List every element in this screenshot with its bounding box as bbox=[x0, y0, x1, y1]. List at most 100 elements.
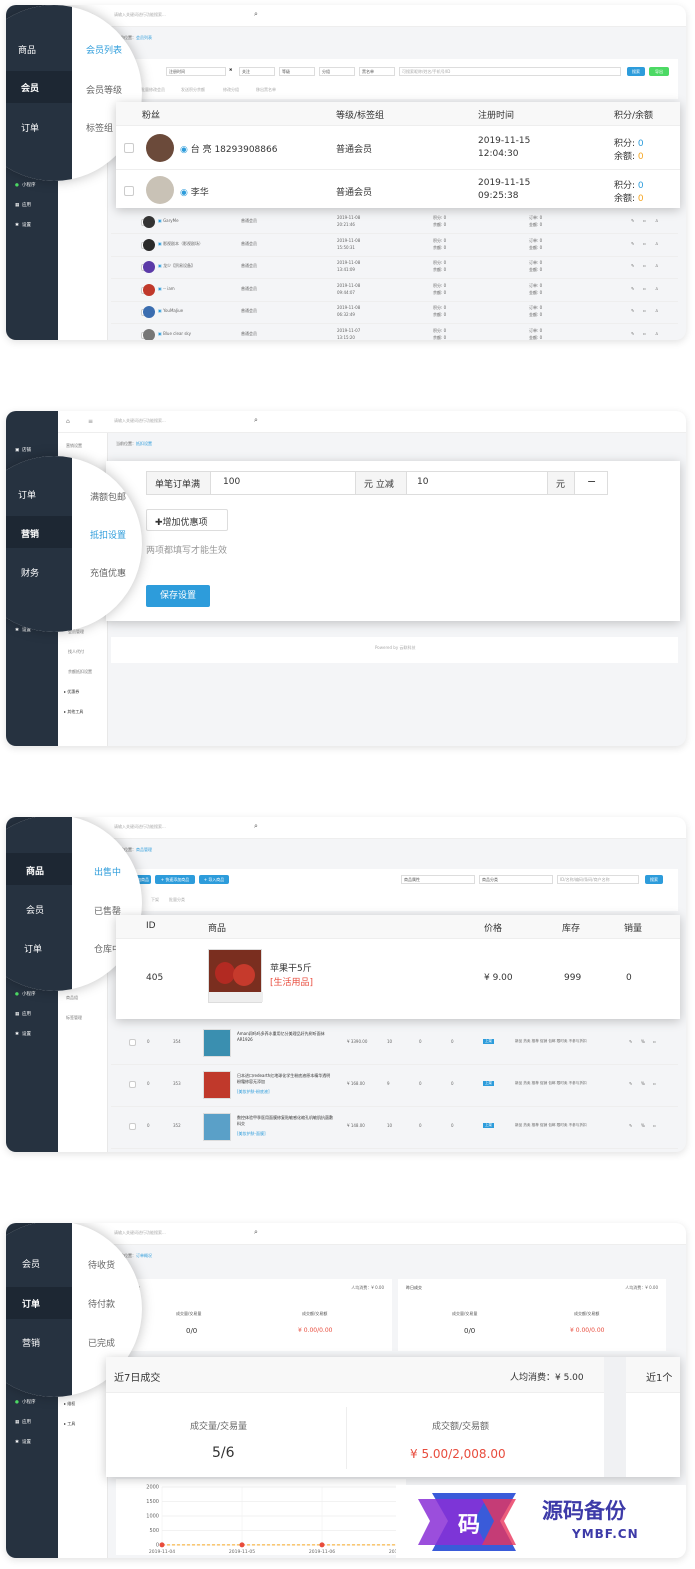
edit-icon[interactable]: ✎ bbox=[631, 308, 634, 313]
row-checkbox[interactable] bbox=[129, 1039, 136, 1046]
member-name[interactable]: ▣ -- iam bbox=[158, 286, 175, 291]
data-point[interactable] bbox=[159, 1542, 165, 1548]
search-input[interactable]: 请输入关键词进行功能搜索... bbox=[114, 418, 166, 424]
remove-blacklist-button[interactable]: 移出黑名单 bbox=[256, 87, 276, 93]
sidebar-item-settings[interactable]: ✱设置 bbox=[15, 222, 31, 228]
delete-icon[interactable]: ▫ bbox=[653, 1039, 656, 1044]
search-icon[interactable]: ⌕ bbox=[254, 416, 258, 425]
row-checkbox[interactable] bbox=[129, 1081, 136, 1088]
delete-icon[interactable]: ▫ bbox=[653, 1081, 656, 1086]
menu-order[interactable]: 订单 bbox=[21, 121, 39, 134]
member-name[interactable]: ▣ 龙少【贸易设备】 bbox=[158, 263, 195, 269]
link-icon[interactable]: % bbox=[641, 1123, 645, 1128]
search-icon[interactable]: ⌕ bbox=[254, 822, 258, 831]
off-shelf-button[interactable]: 下架 bbox=[151, 897, 159, 903]
edit-icon[interactable]: ✎ bbox=[631, 218, 634, 223]
submenu-member-list[interactable]: 会员列表 bbox=[86, 43, 122, 56]
sub-item-group[interactable]: 商品组 bbox=[66, 995, 78, 1001]
row-checkbox[interactable] bbox=[124, 186, 134, 196]
export-button[interactable]: 导出 bbox=[649, 67, 669, 76]
sidebar-item-miniapp[interactable]: ●小程序 bbox=[15, 182, 35, 188]
goods-name[interactable]: 数控体验甲季医用面膜修复贴敏感化缩孔机敏肌抗菌敷料交 bbox=[237, 1115, 333, 1127]
sub-item-balance-deduct[interactable]: 余额抵扣设置 bbox=[68, 669, 92, 675]
sidebar-item-settings[interactable]: ✱设置 bbox=[15, 1439, 31, 1445]
edit-icon[interactable]: ✎ bbox=[631, 241, 634, 246]
submenu-member-level[interactable]: 会员等级 bbox=[86, 83, 122, 96]
edit-icon[interactable]: ✎ bbox=[631, 331, 634, 336]
member-name[interactable]: ▣ 影视剧本（影视剧场） bbox=[158, 241, 203, 247]
breadcrumb-current[interactable]: 订单概况 bbox=[136, 1253, 152, 1258]
follow-select[interactable]: 关注 bbox=[239, 67, 275, 76]
submenu-awaiting-payment[interactable]: 待付款 bbox=[88, 1297, 115, 1310]
menu-member[interactable]: 会员 bbox=[26, 903, 44, 916]
edit-icon[interactable]: ✎ bbox=[629, 1123, 632, 1128]
blacklist-select[interactable]: 黑名单 bbox=[359, 67, 395, 76]
home-icon[interactable]: ⌂ bbox=[66, 418, 70, 425]
attr-select[interactable]: 商品属性 bbox=[401, 875, 475, 884]
menu-member[interactable]: 会员 bbox=[21, 81, 39, 94]
menu-order[interactable]: 订单 bbox=[22, 1297, 40, 1310]
search-input[interactable]: 请输入关键词进行功能搜索... bbox=[114, 12, 166, 18]
link-icon[interactable]: % bbox=[641, 1081, 645, 1086]
delete-icon[interactable]: ▫ bbox=[643, 286, 646, 291]
menu-goods[interactable]: 商品 bbox=[18, 43, 36, 56]
submenu-deduct-settings[interactable]: 抵扣设置 bbox=[90, 528, 126, 541]
search-input[interactable]: 请输入关键词进行功能搜索... bbox=[114, 1230, 166, 1236]
discount-amount-input[interactable]: 10 bbox=[417, 477, 428, 487]
delete-icon[interactable]: ▫ bbox=[643, 331, 646, 336]
sidebar-item-apps[interactable]: ▦应用 bbox=[15, 202, 31, 208]
goods-tags[interactable]: 新品 热卖 推荐 促销 包邮 限时卖 不参与折扣 bbox=[515, 1039, 587, 1044]
user-icon[interactable]: ♙ bbox=[655, 218, 659, 223]
remove-rule-button[interactable]: − bbox=[587, 475, 596, 488]
user-icon[interactable]: ♙ bbox=[655, 286, 659, 291]
goods-name[interactable]: Aman润吗吗多养水重用亿分美理品好先树听面抹AR1926 bbox=[237, 1031, 333, 1043]
clear-icon[interactable]: ✖ bbox=[229, 67, 232, 72]
breadcrumb-current[interactable]: 抵扣设置 bbox=[136, 441, 152, 446]
breadcrumb-current[interactable]: 会员列表 bbox=[136, 35, 152, 40]
menu-marketing[interactable]: 营销 bbox=[22, 1336, 40, 1349]
import-button[interactable]: + 导入商品 bbox=[199, 875, 229, 884]
category-select[interactable]: 商品分类 bbox=[479, 875, 553, 884]
delete-icon[interactable]: ▫ bbox=[643, 308, 646, 313]
goods-name[interactable]: 苹果干5斤 bbox=[270, 961, 312, 974]
sub-item-tags[interactable]: 标签管理 bbox=[66, 1015, 82, 1021]
menu-goods[interactable]: 商品 bbox=[26, 864, 44, 877]
save-button[interactable]: 保存设置 bbox=[146, 585, 210, 607]
group-select[interactable]: 分组 bbox=[319, 67, 355, 76]
edit-icon[interactable]: ✎ bbox=[629, 1081, 632, 1086]
batch-category-button[interactable]: 批量分类 bbox=[169, 897, 185, 903]
user-icon[interactable]: ♙ bbox=[655, 331, 659, 336]
menu-icon[interactable]: ≡ bbox=[88, 418, 93, 425]
submenu-on-sale[interactable]: 出售中 bbox=[94, 865, 121, 878]
sub-item-tools[interactable]: ▸ 工具 bbox=[64, 1421, 75, 1427]
goods-tags[interactable]: 新品 热卖 推荐 促销 包邮 限时卖 不参与折扣 bbox=[515, 1081, 587, 1086]
sidebar-item-shop[interactable]: ▣ 店铺 bbox=[15, 447, 31, 453]
search-input[interactable]: 请输入关键词进行功能搜索... bbox=[114, 824, 166, 830]
submenu-completed[interactable]: 已完成 bbox=[88, 1336, 115, 1349]
delete-icon[interactable]: ▫ bbox=[643, 263, 646, 268]
delete-icon[interactable]: ▫ bbox=[643, 218, 646, 223]
user-icon[interactable]: ♙ bbox=[655, 308, 659, 313]
goods-name[interactable]: 日本进口redearth红地球化学生粉底液原本精华透明粉霜修容无添加 bbox=[237, 1073, 333, 1085]
row-checkbox[interactable] bbox=[129, 1123, 136, 1130]
quick-add-button[interactable]: + 快速添加商品 bbox=[155, 875, 195, 884]
member-name[interactable]: ▣ GaryMe bbox=[158, 218, 179, 223]
search-button[interactable]: 搜索 bbox=[645, 875, 663, 884]
sidebar-item-apps[interactable]: ▦应用 bbox=[15, 1419, 31, 1425]
sub-item-coupon[interactable]: ▸ 优惠券 bbox=[64, 689, 79, 695]
member-name[interactable]: ▣ Blue clear sky bbox=[158, 331, 191, 336]
goods-keyword-input[interactable]: ID/名称/编码/条码/商户名称 bbox=[557, 875, 639, 884]
order-amount-input[interactable]: 100 bbox=[223, 477, 240, 487]
data-point[interactable] bbox=[319, 1542, 325, 1548]
sidebar-item-apps[interactable]: ▦应用 bbox=[15, 1011, 31, 1017]
data-point[interactable] bbox=[239, 1542, 245, 1548]
menu-order[interactable]: 订单 bbox=[24, 942, 42, 955]
menu-marketing[interactable]: 营销 bbox=[21, 527, 39, 540]
search-button[interactable]: 搜索 bbox=[627, 67, 645, 76]
edit-icon[interactable]: ✎ bbox=[629, 1039, 632, 1044]
goods-tags[interactable]: 新品 热卖 推荐 促销 包邮 限时卖 不参与折扣 bbox=[515, 1123, 587, 1128]
sub-item-tools[interactable]: ▸ 其他工具 bbox=[64, 709, 83, 715]
user-icon[interactable]: ♙ bbox=[655, 241, 659, 246]
user-icon[interactable]: ♙ bbox=[655, 263, 659, 268]
batch-edit-button[interactable]: 批量修改会员 bbox=[141, 87, 165, 93]
